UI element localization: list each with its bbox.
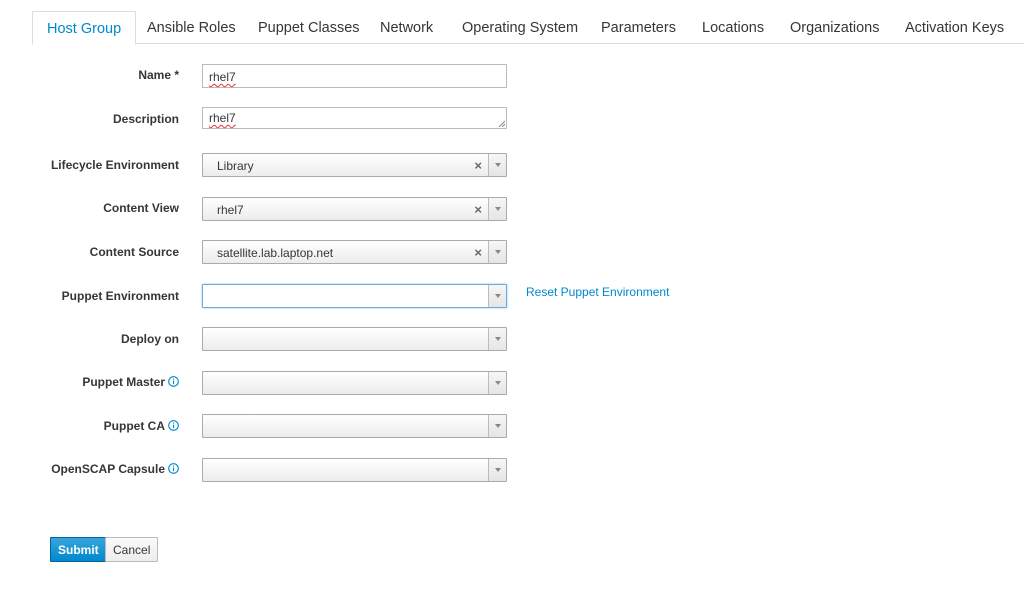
lifecycle-environment-label: Lifecycle Environment [50, 158, 179, 172]
name-value: rhel7 [209, 70, 236, 84]
openscap-capsule-select[interactable] [202, 458, 507, 482]
caret-down-icon [495, 424, 501, 428]
tab-puppet-classes[interactable]: Puppet Classes [244, 11, 374, 44]
submit-button[interactable]: Submit [50, 537, 107, 562]
dropdown-toggle[interactable] [488, 415, 506, 437]
clear-x-icon[interactable]: × [474, 202, 482, 217]
dropdown-toggle[interactable] [488, 154, 506, 176]
tab-network[interactable]: Network [366, 11, 447, 44]
puppet-ca-label-text: Puppet CA [103, 419, 165, 433]
caret-down-icon [495, 294, 501, 298]
content-source-label: Content Source [89, 245, 179, 259]
lifecycle-environment-value: Library [217, 159, 254, 173]
name-label: Name * [138, 68, 179, 82]
tab-ansible-roles[interactable]: Ansible Roles [133, 11, 250, 44]
caret-down-icon [495, 207, 501, 211]
puppet-environment-label: Puppet Environment [61, 289, 179, 303]
description-value: rhel7 [209, 111, 236, 125]
content-source-value: satellite.lab.laptop.net [217, 246, 334, 260]
dropdown-toggle[interactable] [488, 328, 506, 350]
cancel-button[interactable]: Cancel [105, 537, 159, 562]
dropdown-toggle[interactable] [488, 459, 506, 481]
caret-down-icon [495, 381, 501, 385]
description-label: Description [112, 112, 179, 126]
puppet-master-label-text: Puppet Master [82, 375, 165, 389]
info-circle-icon[interactable] [168, 463, 179, 474]
info-circle-icon[interactable] [168, 420, 179, 431]
caret-down-icon [495, 337, 501, 341]
puppet-ca-label: Puppet CA [104, 419, 179, 433]
deploy-on-select[interactable] [202, 327, 507, 351]
tab-organizations[interactable]: Organizations [776, 11, 893, 44]
name-input[interactable]: rhel7 [202, 64, 507, 88]
clear-x-icon[interactable]: × [474, 245, 482, 260]
description-textarea[interactable]: rhel7 [202, 107, 507, 129]
clear-x-icon[interactable]: × [474, 158, 482, 173]
content-view-select[interactable]: rhel7 × [202, 197, 507, 221]
lifecycle-environment-select[interactable]: Library × [202, 153, 507, 177]
deploy-on-label: Deploy on [120, 332, 179, 346]
info-circle-icon[interactable] [168, 376, 179, 387]
tab-host-group[interactable]: Host Group [32, 11, 137, 45]
openscap-capsule-label-text: OpenSCAP Capsule [51, 462, 165, 476]
tab-activation-keys[interactable]: Activation Keys [891, 11, 1018, 44]
dropdown-toggle[interactable] [488, 241, 506, 263]
caret-down-icon [495, 468, 501, 472]
tab-parameters[interactable]: Parameters [587, 11, 690, 44]
caret-down-icon [495, 163, 501, 167]
openscap-capsule-label: OpenSCAP Capsule [51, 462, 179, 476]
dropdown-toggle[interactable] [488, 198, 506, 220]
puppet-master-select[interactable] [202, 371, 507, 395]
puppet-ca-select[interactable] [202, 414, 507, 438]
dropdown-toggle[interactable] [488, 285, 506, 307]
tab-locations[interactable]: Locations [688, 11, 778, 44]
resize-grip-icon[interactable] [498, 120, 505, 127]
reset-puppet-environment-link[interactable]: Reset Puppet Environment [526, 285, 669, 299]
tab-operating-system[interactable]: Operating System [448, 11, 592, 44]
content-view-value: rhel7 [217, 203, 244, 217]
puppet-environment-select[interactable] [202, 284, 507, 308]
caret-down-icon [495, 250, 501, 254]
puppet-master-label: Puppet Master [82, 375, 179, 389]
content-view-label: Content View [103, 201, 179, 215]
tab-bar: Host Group Ansible Roles Puppet Classes … [0, 0, 1024, 45]
dropdown-toggle[interactable] [488, 372, 506, 394]
content-source-select[interactable]: satellite.lab.laptop.net × [202, 240, 507, 264]
